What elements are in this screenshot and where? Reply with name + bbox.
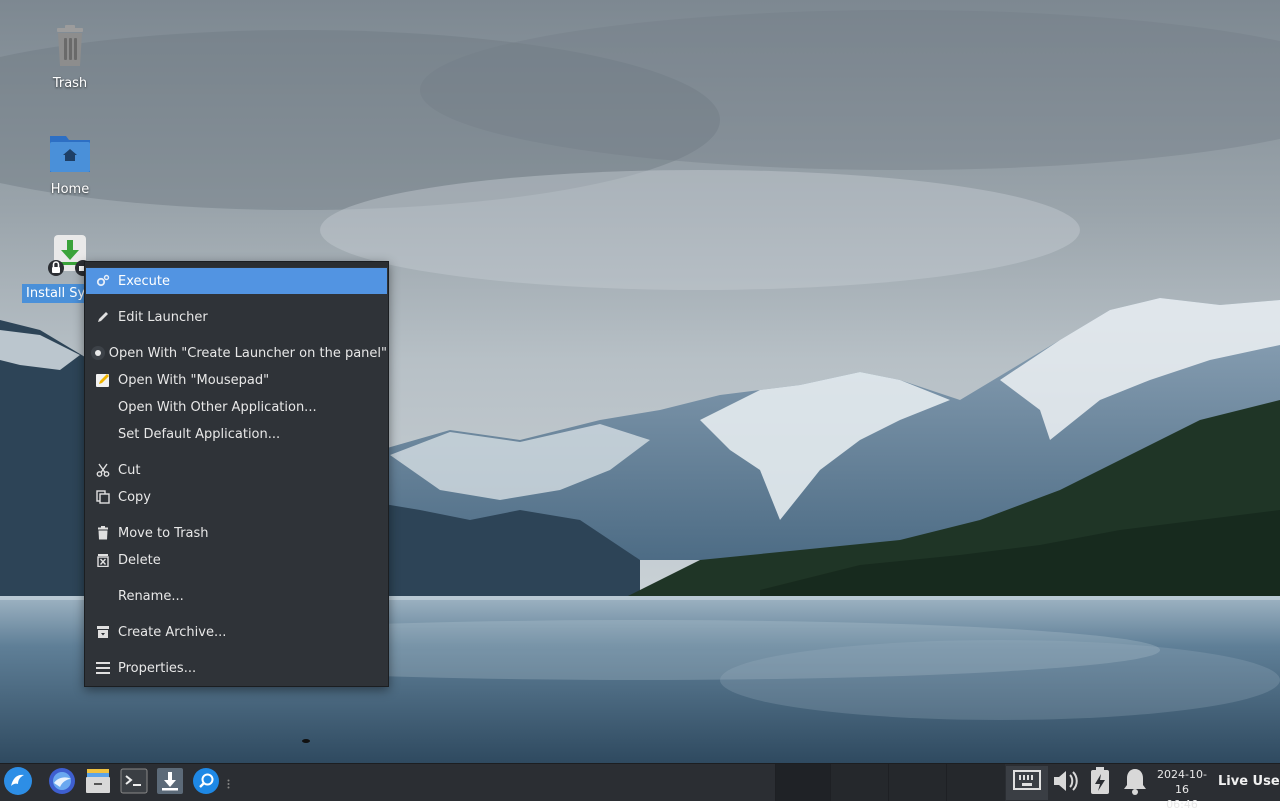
- browser-icon: [48, 767, 76, 799]
- menu-item-execute[interactable]: Execute: [86, 268, 387, 294]
- desktop-icon-trash[interactable]: Trash: [22, 22, 118, 93]
- desktop-icon-label: Home: [50, 182, 90, 197]
- panel-separator-handle[interactable]: [227, 778, 230, 789]
- menu-item-label: Open With "Mousepad": [118, 372, 270, 388]
- window-button-4[interactable]: [946, 764, 1005, 801]
- copy-icon: [88, 484, 118, 510]
- browser-button[interactable]: [47, 768, 77, 798]
- context-menu: Execute Edit Launcher Open With "Create …: [84, 261, 389, 687]
- menu-item-edit-launcher[interactable]: Edit Launcher: [86, 304, 387, 330]
- menu-item-properties[interactable]: Properties...: [86, 655, 387, 681]
- file-manager-icon: [84, 767, 112, 799]
- search-button[interactable]: [191, 768, 221, 798]
- terminal-icon: [120, 768, 148, 798]
- user-name[interactable]: Live User: [1218, 774, 1280, 789]
- launcher-app-icon: [88, 340, 109, 366]
- power-icon: [1089, 767, 1111, 799]
- archive-icon: [88, 619, 118, 645]
- menu-item-move-to-trash[interactable]: Move to Trash: [86, 520, 387, 546]
- window-button-3[interactable]: [888, 764, 946, 801]
- menu-item-label: Open With "Create Launcher on the panel": [108, 345, 387, 361]
- trash-icon: [88, 520, 118, 546]
- menu-item-rename[interactable]: Rename...: [86, 583, 387, 609]
- menu-item-label: Execute: [118, 273, 170, 289]
- menu-item-label: Edit Launcher: [118, 309, 208, 325]
- menu-item-create-archive[interactable]: Create Archive...: [86, 619, 387, 645]
- menu-item-label: Set Default Application...: [118, 426, 281, 442]
- scissors-icon: [88, 457, 118, 483]
- menu-item-copy[interactable]: Copy: [86, 484, 387, 510]
- mousepad-icon: [88, 367, 118, 393]
- menu-item-delete[interactable]: Delete: [86, 547, 387, 573]
- clock[interactable]: 2024-10-16 06:46: [1152, 767, 1212, 812]
- menu-item-label: Create Archive...: [118, 624, 227, 640]
- power-indicator[interactable]: [1084, 766, 1116, 800]
- installer-button[interactable]: [155, 768, 185, 798]
- menu-item-label: Properties...: [118, 660, 197, 676]
- search-icon: [192, 767, 220, 799]
- menu-item-label: Rename...: [118, 588, 184, 604]
- menu-item-label: Cut: [118, 462, 141, 478]
- clock-date: 2024-10-16: [1157, 768, 1207, 796]
- home-folder-icon: [46, 128, 94, 176]
- desktop-icon-label: Trash: [52, 76, 88, 91]
- clock-time: 06:46: [1166, 798, 1198, 811]
- volume-icon: [1051, 767, 1081, 799]
- properties-icon: [88, 655, 118, 681]
- notification-bell-icon: [1122, 767, 1148, 799]
- menu-item-open-with-launcher[interactable]: Open With "Create Launcher on the panel": [86, 340, 387, 366]
- network-indicator[interactable]: [1006, 766, 1048, 800]
- notifications-indicator[interactable]: [1118, 766, 1152, 800]
- menu-item-set-default-app[interactable]: Set Default Application...: [86, 421, 387, 447]
- menu-item-label: Copy: [118, 489, 151, 505]
- menu-item-cut[interactable]: Cut: [86, 457, 387, 483]
- menu-item-label: Open With Other Application...: [118, 399, 317, 415]
- delete-icon: [88, 547, 118, 573]
- app-menu-icon: [3, 766, 33, 800]
- pencil-icon: [88, 304, 118, 330]
- trash-icon: [46, 22, 94, 70]
- taskbar: 2024-10-16 06:46 Live User: [0, 763, 1280, 811]
- menu-item-open-with-mousepad[interactable]: Open With "Mousepad": [86, 367, 387, 393]
- window-button-1[interactable]: [775, 764, 830, 801]
- app-menu-button[interactable]: [3, 766, 33, 800]
- volume-indicator[interactable]: [1048, 766, 1084, 800]
- file-manager-button[interactable]: [83, 768, 113, 798]
- gear-icon: [88, 268, 118, 294]
- installer-icon: [156, 767, 184, 799]
- terminal-button[interactable]: [119, 768, 149, 798]
- menu-item-open-with-other[interactable]: Open With Other Application...: [86, 394, 387, 420]
- menu-top-strip: [85, 262, 388, 267]
- desktop-icon-home[interactable]: Home: [22, 128, 118, 199]
- menu-item-label: Delete: [118, 552, 161, 568]
- menu-item-label: Move to Trash: [118, 525, 209, 541]
- network-icon: [1012, 769, 1042, 797]
- window-button-2[interactable]: [830, 764, 888, 801]
